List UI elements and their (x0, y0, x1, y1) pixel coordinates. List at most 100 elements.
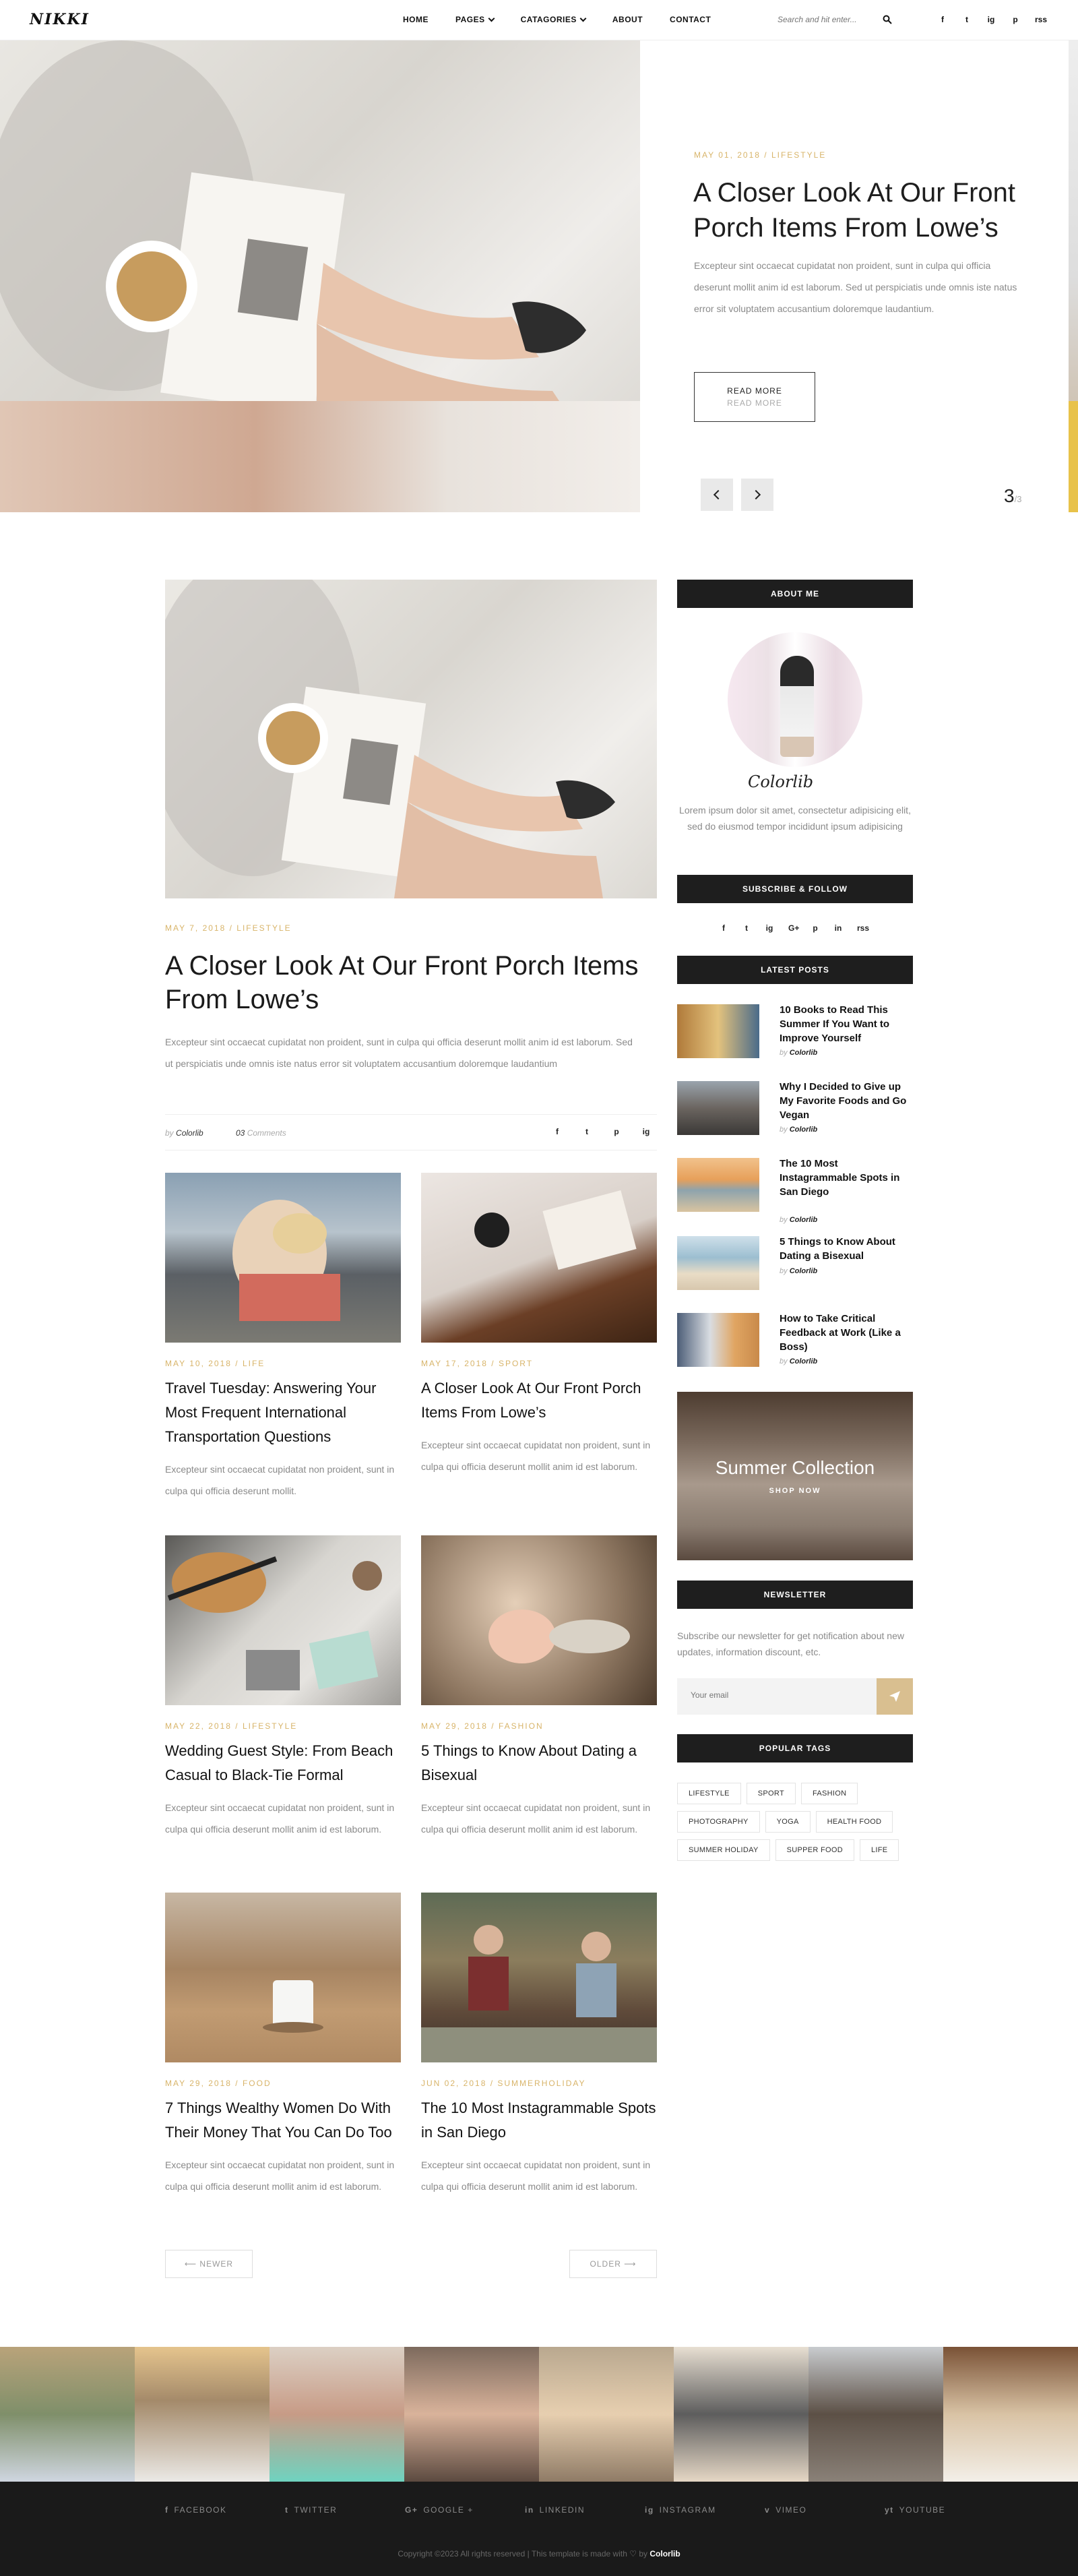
twitter-icon[interactable]: t (742, 923, 751, 933)
pinterest-icon[interactable]: p (1011, 15, 1020, 24)
featured-comments[interactable]: 03 Comments (236, 1128, 286, 1138)
tag-life[interactable]: LIFE (860, 1839, 899, 1861)
twitter-icon[interactable]: t (583, 1127, 591, 1136)
rss-icon[interactable]: rss (857, 923, 869, 933)
post-title[interactable]: Travel Tuesday: Answering Your Most Freq… (165, 1376, 401, 1449)
post-image[interactable] (421, 1535, 657, 1705)
post-meta: MAY 29, 2018 / FOOD (165, 2079, 272, 2088)
site-logo[interactable]: NIKKI (30, 11, 90, 28)
latest-post-title[interactable]: How to Take Critical Feedback at Work (L… (780, 1312, 914, 1354)
post-title[interactable]: The 10 Most Instagrammable Spots in San … (421, 2096, 657, 2145)
facebook-icon[interactable]: f (938, 15, 947, 24)
footer-linkedin-link[interactable]: in LINKEDIN (525, 2505, 645, 2515)
read-more-button[interactable]: READ MORE READ MORE (694, 372, 815, 422)
post-title[interactable]: 7 Things Wealthy Women Do With Their Mon… (165, 2096, 401, 2145)
twitter-icon[interactable]: t (962, 15, 972, 24)
latest-post-item[interactable]: 10 Books to Read This Summer If You Want… (677, 1004, 913, 1065)
instagram-photo[interactable] (943, 2347, 1078, 2482)
rss-icon[interactable]: rss (1035, 15, 1047, 24)
newer-posts-button[interactable]: ⟵ NEWER (165, 2250, 253, 2278)
hero-post-title[interactable]: A Closer Look At Our Front Porch Items F… (693, 175, 1044, 245)
footer-social: f FACEBOOK t TWITTER G+ GOOGLE + in LINKEDIN… (165, 2505, 1005, 2515)
prev-slide-button[interactable] (701, 479, 733, 511)
shop-now-button[interactable]: SHOP NOW (769, 1487, 821, 1495)
post-image[interactable] (165, 1535, 401, 1705)
featured-post-title[interactable]: A Closer Look At Our Front Porch Items F… (165, 949, 650, 1016)
post-photo-scene (167, 1552, 382, 1690)
post-excerpt: Excepteur sint occaecat cupidatat non pr… (165, 1464, 395, 1496)
subscribe-button[interactable] (877, 1678, 913, 1715)
footer-twitter-link[interactable]: t TWITTER (285, 2505, 405, 2515)
post-title[interactable]: A Closer Look At Our Front Porch Items F… (421, 1376, 657, 1425)
latest-post-title[interactable]: The 10 Most Instagrammable Spots in San … (780, 1157, 914, 1199)
search-icon[interactable] (883, 15, 892, 24)
post-meta: MAY 10, 2018 / LIFE (165, 1359, 265, 1368)
tag-yoga[interactable]: YOGA (765, 1811, 811, 1833)
youtube-icon: yt (885, 2505, 894, 2515)
tag-photography[interactable]: PHOTOGRAPHY (677, 1811, 760, 1833)
footer-vimeo-link[interactable]: v VIMEO (765, 2505, 885, 2515)
author-link[interactable]: Colorlib (790, 1126, 818, 1134)
post-title[interactable]: Wedding Guest Style: From Beach Casual t… (165, 1739, 401, 1787)
tag-summer-holiday[interactable]: SUMMER HOLIDAY (677, 1839, 770, 1861)
instagram-photo[interactable] (539, 2347, 674, 2482)
nav-home[interactable]: HOME (403, 15, 429, 24)
older-posts-button[interactable]: OLDER ⟶ (569, 2250, 657, 2278)
pinterest-icon[interactable]: p (612, 1127, 621, 1136)
summer-collection-banner[interactable]: Summer Collection SHOP NOW (677, 1392, 913, 1560)
featured-share: f t p ig (553, 1127, 650, 1136)
linkedin-icon[interactable]: in (834, 923, 842, 933)
tag-health-food[interactable]: HEALTH FOOD (815, 1811, 893, 1833)
email-field[interactable] (691, 1690, 852, 1700)
nav-pages[interactable]: PAGES (455, 15, 495, 24)
next-slide-button[interactable] (741, 479, 773, 511)
instagram-photo[interactable] (808, 2347, 943, 2482)
latest-post-item[interactable]: The 10 Most Instagrammable Spots in San … (677, 1157, 914, 1224)
slider-arrows (701, 479, 773, 511)
instagram-photo[interactable] (674, 2347, 808, 2482)
tag-fashion[interactable]: FASHION (800, 1783, 858, 1804)
footer-facebook-link[interactable]: f FACEBOOK (165, 2505, 285, 2515)
search-input[interactable] (778, 15, 872, 24)
footer-instagram-link[interactable]: ig INSTAGRAM (645, 2505, 765, 2515)
tag-lifestyle[interactable]: LIFESTYLE (677, 1783, 741, 1804)
author-link[interactable]: Colorlib (176, 1128, 203, 1138)
instagram-photo[interactable] (270, 2347, 404, 2482)
latest-post-item[interactable]: 5 Things to Know About Dating a Bisexual… (677, 1236, 913, 1297)
author-link[interactable]: Colorlib (790, 1049, 818, 1057)
facebook-icon[interactable]: f (720, 923, 728, 933)
footer-youtube-link[interactable]: yt YOUTUBE (885, 2505, 1005, 2515)
instagram-icon: ig (645, 2505, 654, 2515)
post-title[interactable]: 5 Things to Know About Dating a Bisexual (421, 1739, 657, 1787)
footer-google-plus-link[interactable]: G+ GOOGLE + (405, 2505, 525, 2515)
author-link[interactable]: Colorlib (790, 1216, 818, 1224)
latest-post-item[interactable]: Why I Decided to Give up My Favorite Foo… (677, 1081, 913, 1142)
post-image[interactable] (421, 1893, 657, 2062)
author-link[interactable]: Colorlib (790, 1357, 818, 1366)
tag-sport[interactable]: SPORT (746, 1783, 796, 1804)
instagram-icon[interactable]: ig (642, 1127, 650, 1136)
instagram-icon[interactable]: ig (986, 15, 996, 24)
latest-post-title[interactable]: Why I Decided to Give up My Favorite Foo… (780, 1080, 914, 1122)
latest-post-title[interactable]: 10 Books to Read This Summer If You Want… (780, 1003, 914, 1045)
linkedin-icon: in (525, 2505, 534, 2515)
latest-post-item[interactable]: How to Take Critical Feedback at Work (L… (677, 1313, 913, 1374)
facebook-icon[interactable]: f (553, 1127, 561, 1136)
latest-post-title[interactable]: 5 Things to Know About Dating a Bisexual (780, 1235, 914, 1263)
author-link[interactable]: Colorlib (790, 1267, 818, 1275)
instagram-icon[interactable]: ig (765, 923, 773, 933)
instagram-photo[interactable] (404, 2347, 539, 2482)
nav-about[interactable]: ABOUT (612, 15, 643, 24)
tag-supper-food[interactable]: SUPPER FOOD (775, 1839, 854, 1861)
featured-post-image[interactable] (165, 580, 657, 898)
pinterest-icon[interactable]: p (811, 923, 819, 933)
colorlib-link[interactable]: Colorlib (649, 2549, 680, 2558)
instagram-photo[interactable] (0, 2347, 135, 2482)
nav-contact[interactable]: CONTACT (670, 15, 711, 24)
google-plus-icon[interactable]: G+ (788, 923, 799, 933)
post-image[interactable] (165, 1893, 401, 2062)
instagram-photo[interactable] (135, 2347, 270, 2482)
post-image[interactable] (421, 1173, 657, 1343)
post-image[interactable] (165, 1173, 401, 1343)
nav-catagories[interactable]: CATAGORIES (521, 15, 587, 24)
